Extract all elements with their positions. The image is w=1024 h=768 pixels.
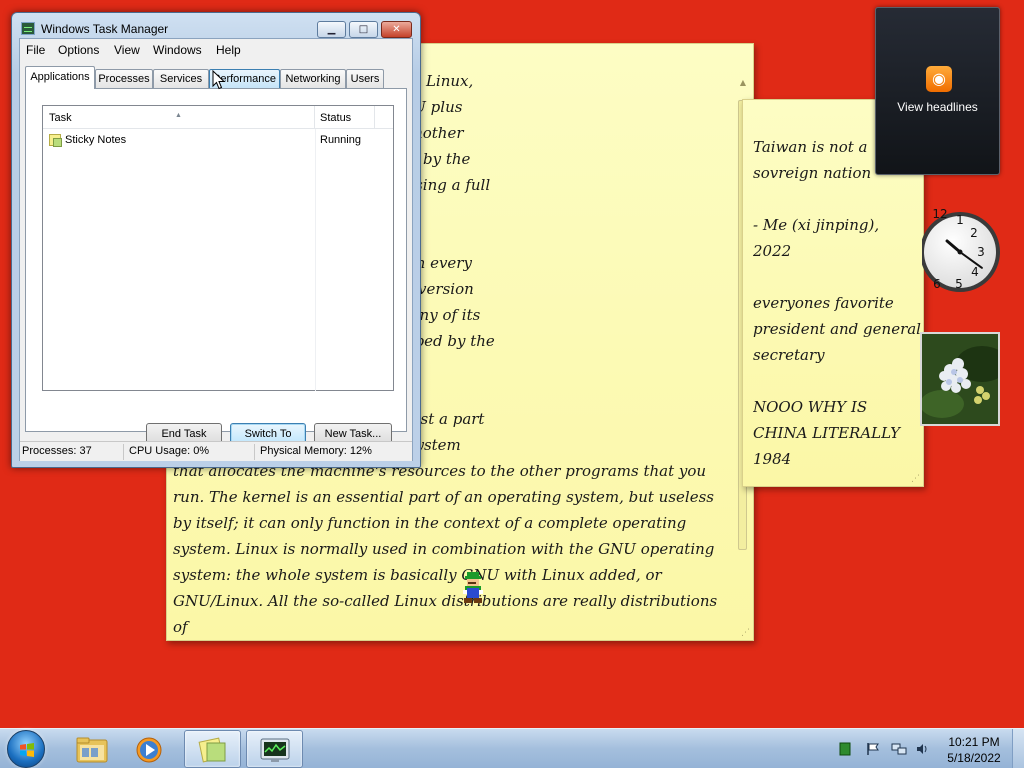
taskbar: 10:21 PM 5/18/2022 (0, 728, 1024, 768)
svg-text:6: 6 (933, 277, 941, 291)
status-divider (254, 444, 255, 460)
window-body: File Options View Windows Help Applicati… (19, 38, 413, 461)
view-headlines-link[interactable]: View headlines (876, 100, 999, 114)
window-title: Windows Task Manager (41, 22, 169, 36)
tab-applications[interactable]: Applications (25, 66, 95, 89)
green-square-icon[interactable] (838, 742, 852, 756)
applications-panel: Task ▲ Status Sticky Notes Running End T… (25, 88, 407, 445)
maximize-button[interactable]: □ (349, 21, 378, 38)
minimize-button[interactable]: ▁ (317, 21, 346, 38)
sticky-notes-icon (198, 737, 226, 763)
show-desktop-button[interactable] (1012, 729, 1024, 768)
svg-text:2: 2 (970, 226, 978, 240)
svg-text:5: 5 (955, 277, 963, 291)
taskbar-task-manager[interactable] (246, 730, 303, 768)
svg-text:4: 4 (971, 265, 979, 279)
column-header-status[interactable]: Status (315, 106, 375, 129)
volume-icon[interactable] (915, 742, 929, 756)
tab-users[interactable]: Users (346, 69, 384, 88)
taskbar-clock-date[interactable]: 5/18/2022 (940, 751, 1008, 765)
status-processes: Processes: 37 (22, 445, 92, 457)
resize-grip-icon[interactable]: ⋰ (741, 628, 750, 638)
menu-help[interactable]: Help (216, 43, 241, 57)
menu-bar: File Options View Windows Help (20, 39, 412, 61)
resize-grip-icon[interactable]: ⋰ (911, 474, 920, 484)
list-header: Task ▲ Status (43, 106, 393, 129)
network-icon[interactable] (891, 742, 907, 756)
hydrangea-photo (922, 334, 998, 424)
svg-text:3: 3 (977, 245, 985, 259)
column-divider (315, 129, 316, 391)
flag-icon[interactable] (866, 742, 880, 756)
taskbar-sticky-notes[interactable] (184, 730, 241, 768)
clock-gadget[interactable]: 12 1 2 3 4 5 6 (922, 190, 1002, 312)
status-divider (123, 444, 124, 460)
taskbar-media-player[interactable] (120, 730, 177, 768)
windows-logo-icon (20, 743, 34, 757)
row-task-name: Sticky Notes (65, 134, 127, 146)
close-button[interactable]: ✕ (381, 21, 412, 38)
status-cpu-usage: CPU Usage: 0% (129, 445, 210, 457)
sticky-note-second-text[interactable]: Taiwan is not a sovreign nation - Me (xi… (753, 134, 923, 484)
media-player-icon (136, 737, 162, 763)
applications-list[interactable]: Task ▲ Status Sticky Notes Running (42, 105, 394, 391)
status-physical-memory: Physical Memory: 12% (260, 445, 372, 457)
sticky-notes-icon (49, 134, 62, 147)
svg-text:1: 1 (956, 213, 964, 227)
svg-text:12: 12 (932, 207, 947, 221)
menu-options[interactable]: Options (58, 43, 99, 57)
column-header-task-label: Task (49, 112, 72, 124)
feed-headlines-gadget[interactable]: ◉ View headlines (875, 7, 1000, 175)
taskbar-clock-time[interactable]: 10:21 PM (940, 735, 1008, 749)
menu-windows[interactable]: Windows (153, 43, 202, 57)
sort-ascending-icon: ▲ (175, 112, 182, 119)
tab-services[interactable]: Services (153, 69, 209, 88)
rss-icon: ◉ (926, 66, 952, 92)
table-row[interactable]: Sticky Notes Running (43, 131, 393, 149)
taskbar-explorer[interactable] (62, 730, 119, 768)
tab-processes[interactable]: Processes (95, 69, 153, 88)
row-status: Running (320, 134, 361, 146)
status-bar: Processes: 37 CPU Usage: 0% Physical Mem… (20, 441, 412, 461)
task-manager-icon (260, 738, 290, 762)
mouse-pointer-icon (212, 70, 226, 90)
explorer-icon (76, 737, 108, 763)
start-button[interactable] (7, 730, 45, 768)
menu-view[interactable]: View (114, 43, 140, 57)
column-header-task[interactable]: Task ▲ (43, 106, 315, 129)
tab-networking[interactable]: Networking (280, 69, 346, 88)
luigi-sprite-icon (463, 572, 483, 603)
menu-file[interactable]: File (26, 43, 45, 57)
task-manager-icon (21, 22, 35, 35)
slideshow-gadget[interactable] (920, 332, 1000, 426)
scroll-up-arrow-icon[interactable]: ▲ (738, 78, 748, 88)
analog-clock-icon: 12 1 2 3 4 5 6 (922, 207, 1000, 292)
